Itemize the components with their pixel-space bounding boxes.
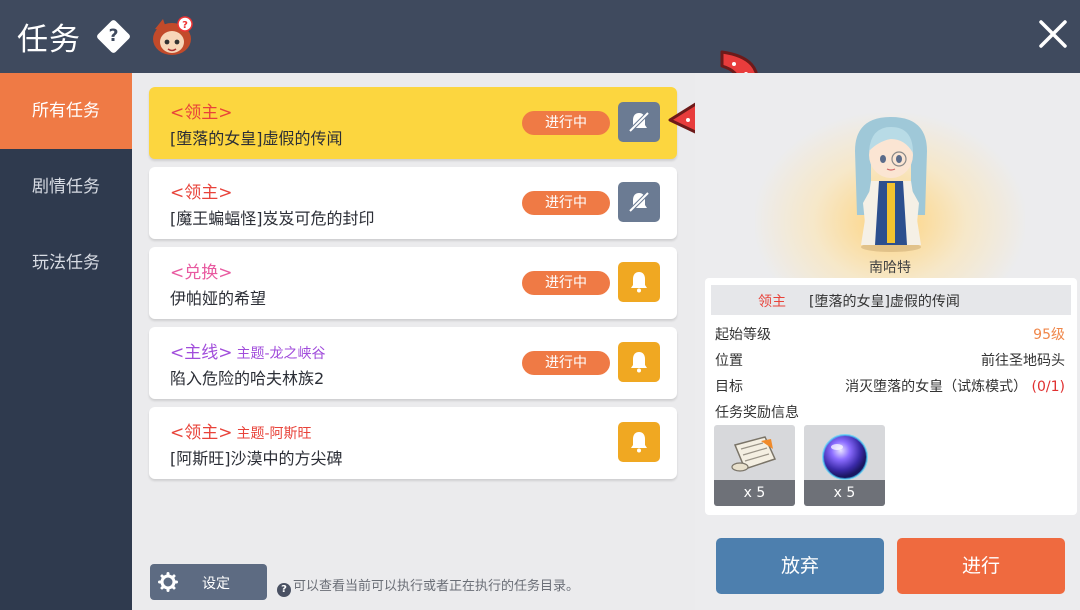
location-label: 位置 [715, 353, 743, 369]
goal-value: 消灭堕落的女皇（试炼模式） (0/1) [845, 376, 1065, 396]
reward-label: 任务奖励信息 [715, 405, 799, 421]
help-icon[interactable]: ? [95, 18, 132, 55]
status-badge: 进行中 [522, 271, 610, 295]
bell-muted-icon [628, 111, 650, 133]
bell-muted-icon [628, 191, 650, 213]
location-value: 前往圣地码头 [981, 353, 1065, 369]
notification-toggle[interactable] [618, 422, 660, 462]
quest-name: [魔王蝙蝠怪]岌岌可危的封印 [170, 209, 375, 228]
quest-type: <主线> 主题-龙之峡谷 [170, 338, 326, 363]
start-level-row: 起始等级 95级 [715, 324, 1065, 346]
quest-title: [堕落的女皇]虚假的传闻 [809, 294, 960, 310]
quest-detail-panel: 南哈特 领主 [堕落的女皇]虚假的传闻 起始等级 95级 位置 前往圣地码头 目… [695, 73, 1080, 610]
quest-type: <领主> [170, 98, 237, 123]
question-icon: ? [277, 583, 291, 597]
sidebar-item-all-quests[interactable]: 所有任务 [0, 73, 132, 149]
quest-card[interactable]: <领主> [堕落的女皇]虚假的传闻 进行中 [149, 87, 677, 159]
quest-card[interactable]: <领主> [魔王蝙蝠怪]岌岌可危的封印 进行中 [149, 167, 677, 239]
svg-text:?: ? [182, 20, 188, 31]
settings-button[interactable]: 设定 [150, 564, 267, 600]
quest-name: 伊帕娅的希望 [170, 289, 267, 308]
proceed-button[interactable]: 进行 [897, 538, 1065, 594]
npc-portrait [855, 117, 927, 252]
quest-type-label: <主线> [170, 343, 233, 363]
notification-toggle[interactable] [618, 262, 660, 302]
reward-count: x 5 [714, 480, 795, 506]
notification-toggle[interactable] [618, 342, 660, 382]
quest-card[interactable]: <主线> 主题-龙之峡谷 陷入危险的哈夫林族2 进行中 [149, 327, 677, 399]
quest-category: 领主 [758, 294, 786, 310]
sidebar-item-gameplay-quests[interactable]: 玩法任务 [0, 225, 132, 301]
goal-progress: (0/1) [1031, 379, 1065, 395]
quest-info-header: 领主 [堕落的女皇]虚假的传闻 [711, 285, 1071, 315]
bell-icon [631, 272, 647, 293]
bell-icon [631, 352, 647, 373]
notification-toggle[interactable] [618, 182, 660, 222]
scroll-icon [731, 436, 777, 472]
mascot-icon[interactable]: ? [149, 15, 195, 57]
gear-icon [158, 572, 178, 592]
quest-type-label: <兑换> [170, 263, 233, 283]
npc-name: 南哈特 [869, 260, 911, 276]
abandon-button[interactable]: 放弃 [716, 538, 884, 594]
help-glyph: ? [108, 26, 119, 46]
goal-row: 目标 消灭堕落的女皇（试炼模式） (0/1) [715, 376, 1065, 398]
quest-name: [阿斯旺]沙漠中的方尖碑 [170, 449, 343, 468]
quest-list: <领主> [堕落的女皇]虚假的传闻 进行中 <领主> [魔王蝙蝠怪]岌岌可危的封… [132, 73, 695, 610]
start-level-value: 95级 [1033, 327, 1065, 343]
quest-type-label: <领主> [170, 103, 233, 123]
help-text-body: 可以查看当前可以执行或者正在执行的任务目录。 [293, 579, 580, 594]
quest-name: [堕落的女皇]虚假的传闻 [170, 129, 343, 148]
status-badge: 进行中 [522, 191, 610, 215]
header-bar: 任务 ? ? [0, 0, 1080, 73]
quest-card[interactable]: <领主> 主题-阿斯旺 [阿斯旺]沙漠中的方尖碑 [149, 407, 677, 479]
start-level-label: 起始等级 [715, 327, 771, 343]
quest-theme: 主题-阿斯旺 [236, 426, 312, 442]
reward-count: x 5 [804, 480, 885, 506]
quest-type: <兑换> [170, 258, 237, 283]
quest-type: <领主> [170, 178, 237, 203]
goal-text: 消灭堕落的女皇（试炼模式） [845, 379, 1028, 395]
sidebar: 所有任务 剧情任务 玩法任务 [0, 73, 132, 610]
page-title: 任务 [17, 22, 81, 58]
notification-toggle[interactable] [618, 102, 660, 142]
reward-item[interactable]: x 5 [804, 425, 885, 506]
sidebar-item-story-quests[interactable]: 剧情任务 [0, 149, 132, 225]
quest-card[interactable]: <兑换> 伊帕娅的希望 进行中 [149, 247, 677, 319]
reward-item[interactable]: x 5 [714, 425, 795, 506]
status-badge: 进行中 [522, 111, 610, 135]
reward-row: 任务奖励信息 [715, 402, 1065, 424]
status-badge: 进行中 [522, 351, 610, 375]
quest-info-card: 领主 [堕落的女皇]虚假的传闻 起始等级 95级 位置 前往圣地码头 目标 消灭… [705, 278, 1077, 515]
bell-icon [631, 432, 647, 453]
location-row: 位置 前往圣地码头 [715, 350, 1065, 372]
quest-name: 陷入危险的哈夫林族2 [170, 369, 325, 388]
quest-type-label: <领主> [170, 423, 233, 443]
goal-label: 目标 [715, 379, 743, 395]
quest-type-label: <领主> [170, 183, 233, 203]
help-text: ? 可以查看当前可以执行或者正在执行的任务目录。 [277, 575, 579, 597]
quest-type: <领主> 主题-阿斯旺 [170, 418, 312, 443]
settings-label: 设定 [202, 576, 230, 592]
purple-orb-icon [822, 434, 868, 480]
close-icon[interactable] [1036, 17, 1070, 51]
quest-theme: 主题-龙之峡谷 [236, 346, 326, 362]
